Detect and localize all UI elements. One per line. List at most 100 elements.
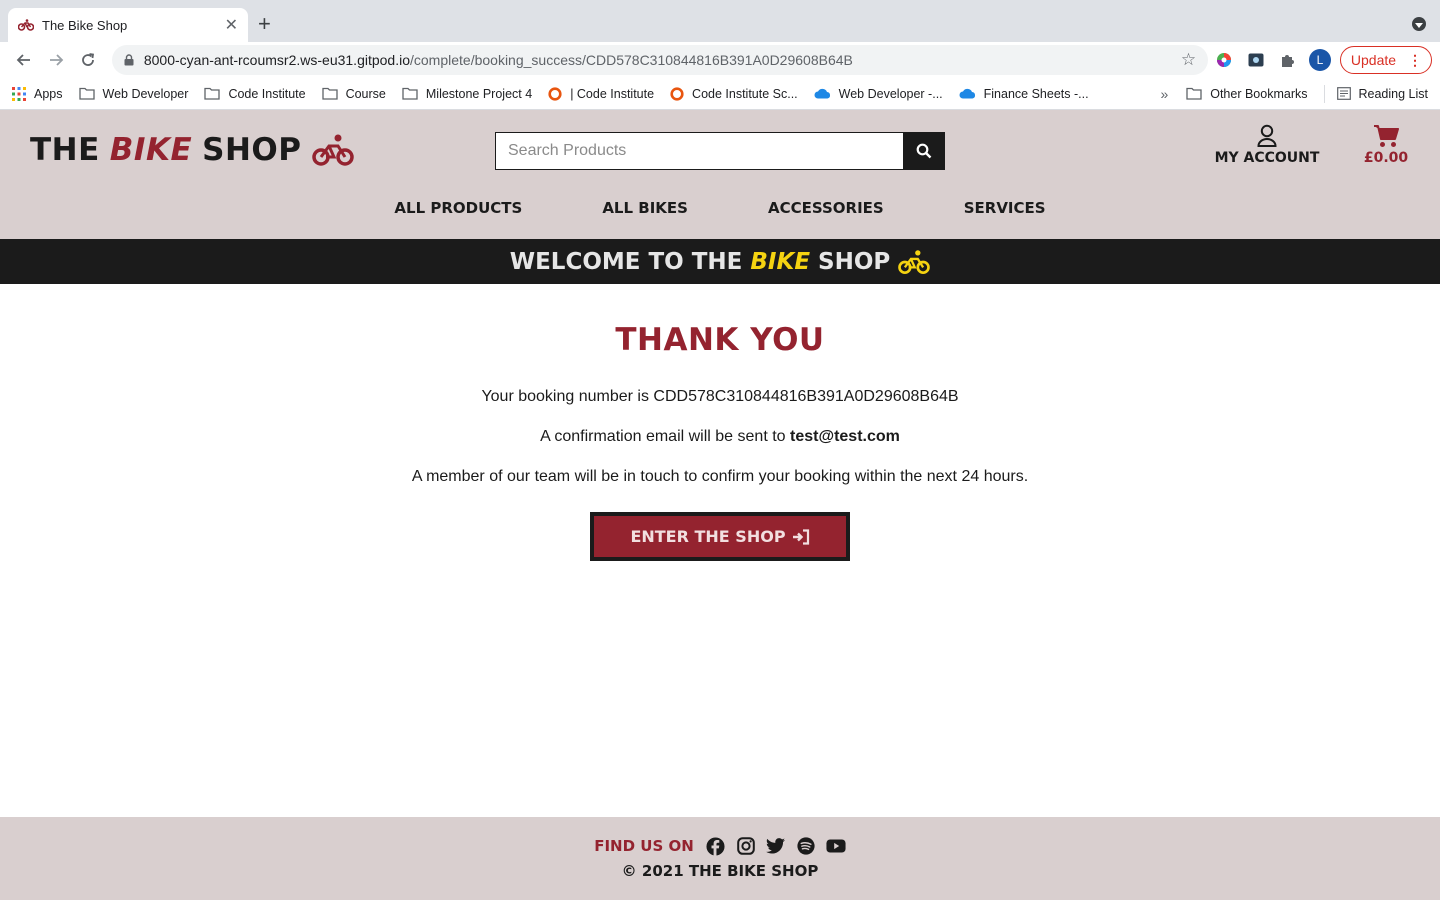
- folder-icon: [78, 87, 95, 100]
- bookmark-label: Web Developer -...: [838, 86, 943, 101]
- my-account-link[interactable]: MY ACCOUNT: [1210, 124, 1324, 166]
- bookmark-label: Course: [345, 86, 386, 101]
- reload-icon: [82, 53, 94, 66]
- new-tab-button[interactable]: +: [258, 10, 271, 38]
- shopping-cart-icon: [1356, 124, 1416, 150]
- cart-link[interactable]: £0.00: [1356, 124, 1416, 166]
- search-form: [495, 132, 945, 170]
- bookmark-folder-web-developer[interactable]: Web Developer: [78, 86, 189, 101]
- folder-icon: [204, 87, 221, 100]
- tab-close-icon[interactable]: ✕: [225, 15, 238, 35]
- banner-text-bike: BIKE: [750, 248, 811, 275]
- logo-text-bike: BIKE: [109, 132, 193, 168]
- spotify-icon[interactable]: [796, 836, 816, 856]
- search-icon: [916, 143, 932, 159]
- bookmark-label: Web Developer: [102, 86, 189, 101]
- bookmark-label: Code Institute: [228, 86, 306, 101]
- logo-text-the: THE: [30, 132, 100, 168]
- site-header: THE BIKE SHOP MY ACCOUNT £0.00 ALL PRODU…: [0, 110, 1440, 239]
- extensions-puzzle-icon[interactable]: [1272, 45, 1304, 75]
- youtube-icon[interactable]: [826, 836, 846, 856]
- nav-all-products[interactable]: ALL PRODUCTS: [394, 199, 522, 217]
- reading-list-icon: [1336, 87, 1351, 100]
- instagram-icon[interactable]: [736, 836, 756, 856]
- folder-icon: [402, 87, 418, 100]
- twitter-icon[interactable]: [766, 836, 786, 856]
- kebab-menu-icon: ⋮: [1408, 51, 1422, 68]
- ring-icon: [548, 86, 562, 101]
- reading-list-label: Reading List: [1358, 86, 1429, 101]
- bookmark-star-icon[interactable]: ☆: [1181, 50, 1196, 70]
- browser-toolbar: 8000-cyan-ant-rcoumsr2.ws-eu31.gitpod.io…: [0, 42, 1440, 78]
- back-button[interactable]: [8, 44, 40, 76]
- bookmark-label: Code Institute Sc...: [692, 86, 798, 101]
- welcome-banner: WELCOME TO THE BIKE SHOP: [0, 239, 1440, 284]
- facebook-icon[interactable]: [706, 836, 726, 856]
- cyclist-logo-icon: [311, 134, 354, 166]
- bookmark-folder-course[interactable]: Course: [321, 86, 386, 101]
- forward-arrow-icon: [49, 54, 64, 66]
- color-wheel-extension-icon[interactable]: [1208, 45, 1240, 75]
- cart-total: £0.00: [1363, 150, 1409, 166]
- cyclist-banner-icon: [898, 249, 931, 274]
- bookmark-other-bookmarks[interactable]: Other Bookmarks: [1186, 86, 1308, 101]
- back-arrow-icon: [16, 54, 30, 66]
- forward-button[interactable]: [40, 44, 72, 76]
- bookmark-code-institute[interactable]: | Code Institute: [548, 87, 654, 101]
- bookmarks-divider: [1323, 84, 1325, 103]
- nav-accessories[interactable]: ACCESSORIES: [768, 199, 884, 217]
- url-path: /complete/booking_success/CDD578C3108448…: [410, 52, 853, 68]
- address-bar[interactable]: 8000-cyan-ant-rcoumsr2.ws-eu31.gitpod.io…: [111, 45, 1209, 75]
- bookmark-label: Finance Sheets -...: [983, 86, 1089, 101]
- confirmation-email-prefix: A confirmation email will be sent to: [540, 428, 786, 445]
- social-links: FIND US ON: [0, 836, 1440, 856]
- team-contact-message: A member of our team will be in touch to…: [411, 468, 1029, 485]
- nav-services[interactable]: SERVICES: [964, 199, 1046, 217]
- bookmark-label: | Code Institute: [570, 86, 655, 101]
- screenshot-extension-icon[interactable]: [1240, 45, 1272, 75]
- booking-success-content: THANK YOU Your booking number is CDD578C…: [0, 284, 1440, 817]
- sign-in-icon: [792, 528, 809, 545]
- bookmark-folder-code-institute[interactable]: Code Institute: [204, 86, 306, 101]
- update-label: Update: [1350, 52, 1397, 68]
- tab-title: The Bike Shop: [42, 17, 128, 33]
- profile-initial: L: [1308, 49, 1331, 71]
- nav-all-bikes[interactable]: ALL BIKES: [602, 199, 688, 217]
- bookmark-finance-sheets[interactable]: Finance Sheets -...: [959, 87, 1089, 101]
- tab-search-icon[interactable]: [1412, 17, 1426, 31]
- bookmark-apps[interactable]: Apps: [12, 86, 63, 101]
- banner-text-shop: SHOP: [818, 248, 891, 275]
- enter-shop-button[interactable]: ENTER THE SHOP: [590, 512, 850, 561]
- bookmark-label: Milestone Project 4: [425, 86, 533, 101]
- profile-avatar[interactable]: L: [1304, 45, 1336, 75]
- search-input[interactable]: [495, 132, 903, 170]
- confirmation-email-line: A confirmation email will be sent to tes…: [0, 428, 1440, 446]
- browser-tabstrip: The Bike Shop ✕ +: [0, 0, 1440, 42]
- confirmation-email: test@test.com: [790, 428, 900, 445]
- logo-text-shop: SHOP: [202, 132, 302, 168]
- cloud-icon: [959, 88, 976, 99]
- ring-icon: [670, 86, 684, 101]
- booking-number: CDD578C310844816B391A0D29608B64B: [653, 388, 959, 405]
- bookmark-web-developer-cloud[interactable]: Web Developer -...: [814, 87, 943, 101]
- reload-button[interactable]: [72, 44, 104, 76]
- site-logo[interactable]: THE BIKE SHOP: [30, 132, 354, 168]
- bike-favicon-icon: [18, 19, 34, 31]
- user-icon: [1210, 124, 1324, 150]
- copyright: © 2021 THE BIKE SHOP: [621, 862, 819, 880]
- cloud-icon: [814, 88, 831, 99]
- booking-number-line: Your booking number is CDD578C310844816B…: [0, 388, 1440, 406]
- search-button[interactable]: [903, 132, 945, 170]
- bookmark-label: Other Bookmarks: [1210, 86, 1308, 101]
- reading-list-button[interactable]: Reading List: [1336, 86, 1429, 101]
- browser-tab[interactable]: The Bike Shop ✕: [8, 8, 248, 42]
- booking-number-prefix: Your booking number is: [481, 388, 649, 405]
- bookmark-code-institute-sc[interactable]: Code Institute Sc...: [670, 87, 798, 101]
- bookmarks-overflow-button[interactable]: »: [1160, 86, 1168, 102]
- update-button[interactable]: Update ⋮: [1339, 46, 1433, 74]
- lock-icon: [124, 54, 134, 66]
- bookmark-folder-milestone-project-4[interactable]: Milestone Project 4: [402, 87, 532, 101]
- apps-grid-icon: [12, 86, 26, 101]
- find-us-label: FIND US ON: [594, 837, 694, 855]
- main-nav: ALL PRODUCTS ALL BIKES ACCESSORIES SERVI…: [0, 199, 1440, 217]
